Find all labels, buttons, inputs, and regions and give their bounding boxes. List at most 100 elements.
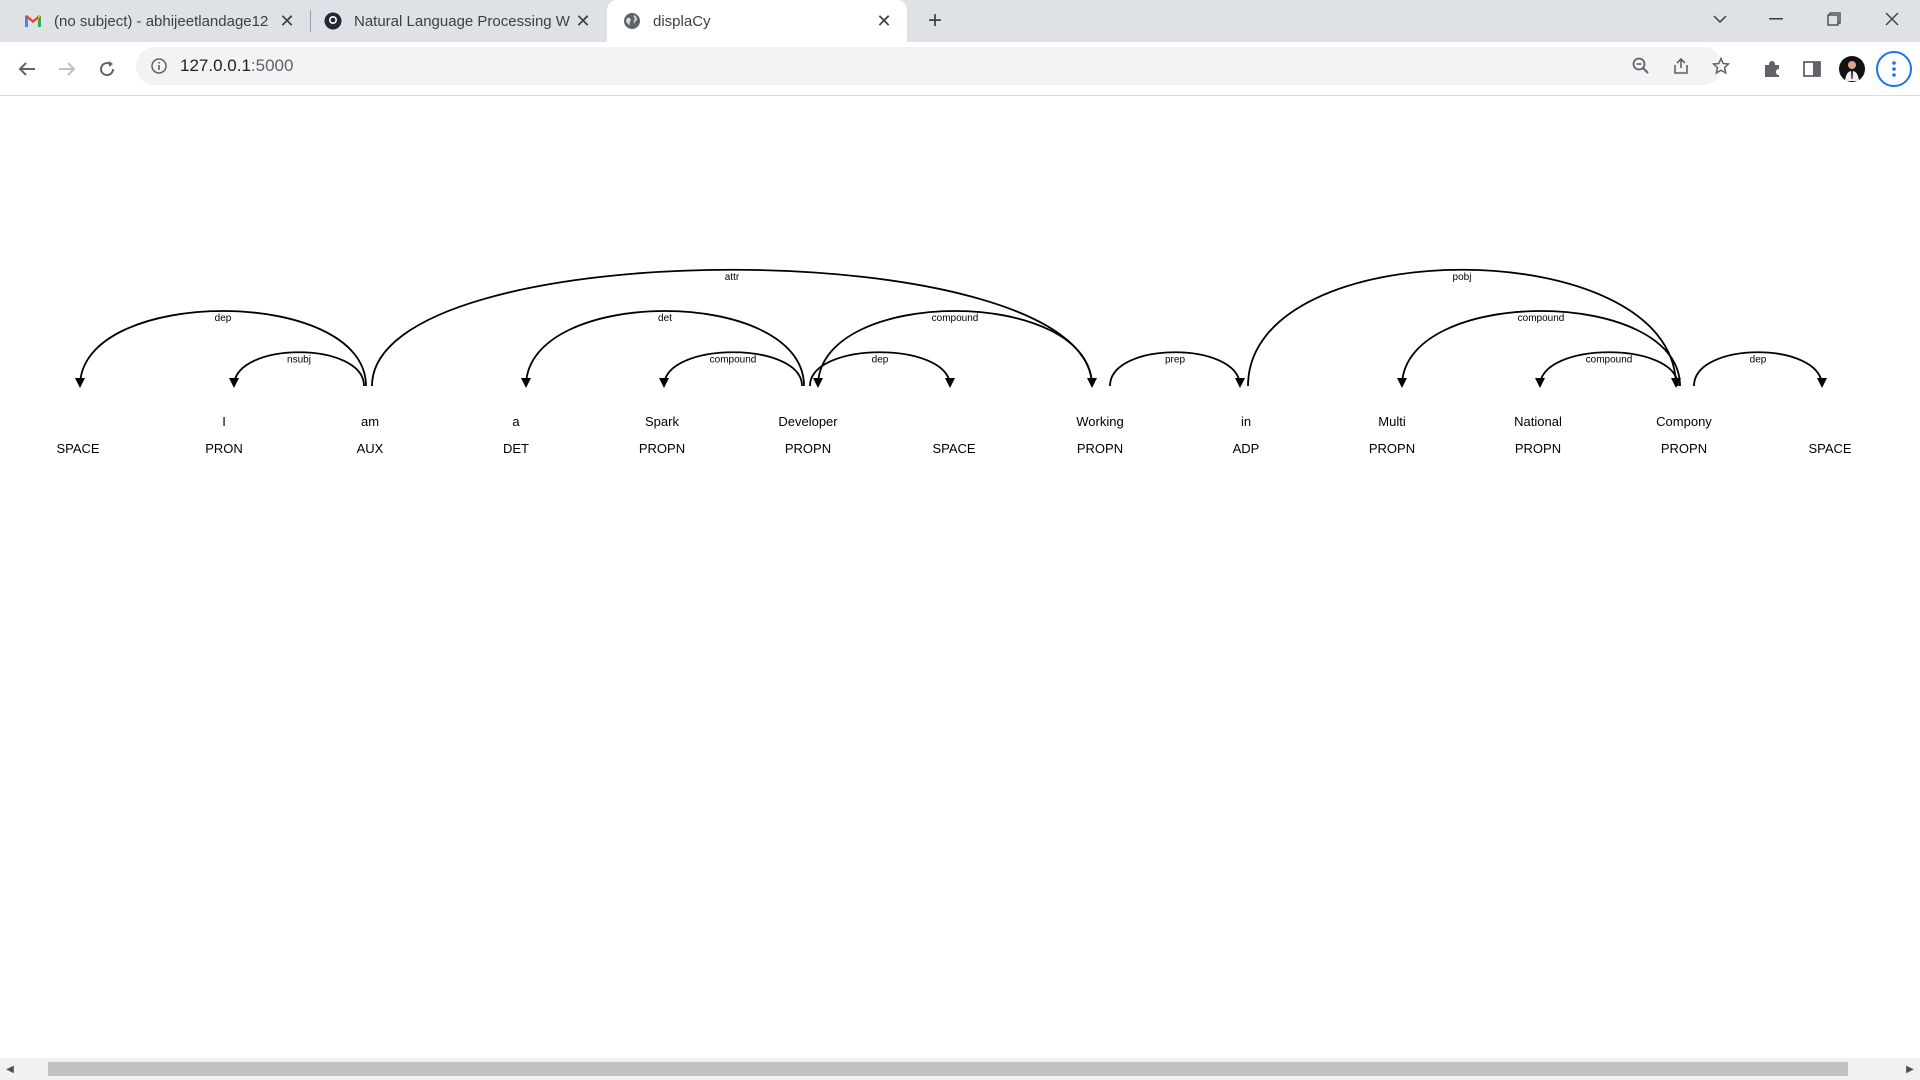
arc-arrowhead [659, 378, 669, 388]
close-window-button[interactable] [1864, 0, 1920, 38]
tab-github[interactable]: Natural Language Processing W ✕ [310, 0, 606, 42]
extensions-button[interactable] [1755, 52, 1789, 86]
minimize-button[interactable] [1748, 0, 1804, 38]
dependency-arc: pobj [1247, 268, 1681, 388]
dependency-arc: dep [75, 310, 367, 388]
token: SPACE [56, 441, 99, 456]
tab-displacy[interactable]: displaCy ✕ [607, 0, 907, 42]
reload-button[interactable] [90, 52, 124, 86]
globe-icon [623, 12, 641, 30]
restore-button[interactable] [1806, 0, 1862, 38]
close-icon [1885, 12, 1899, 26]
url-host: 127.0.0.1 [180, 56, 251, 75]
profile-button[interactable] [1835, 52, 1869, 86]
arc-path [371, 268, 1093, 387]
arc-arrowhead [1397, 378, 1407, 388]
kebab-menu-icon [1892, 61, 1896, 77]
arc-label: dep [1750, 354, 1767, 365]
token-pos-tag: PROPN [1369, 441, 1415, 456]
arc-label: compound [932, 313, 979, 324]
token-word: Working [1076, 414, 1123, 429]
close-tab-icon[interactable]: ✕ [572, 10, 594, 32]
token-pos-tag: PROPN [1077, 441, 1123, 456]
restore-icon [1827, 12, 1841, 26]
token-pos-tag: PROPN [1515, 441, 1561, 456]
arc-path [1247, 268, 1677, 387]
token-word: I [222, 414, 226, 429]
token-pos-tag: ADP [1233, 441, 1260, 456]
back-button[interactable] [10, 52, 44, 86]
arc-label: dep [215, 313, 232, 324]
token-pos-tag: PROPN [1661, 441, 1707, 456]
forward-arrow-icon [59, 62, 76, 76]
new-tab-button[interactable]: + [920, 6, 950, 36]
scroll-right-arrow-icon[interactable]: ▶ [1900, 1058, 1920, 1080]
bookmark-star-icon[interactable] [1711, 56, 1731, 76]
forward-button[interactable] [50, 52, 84, 86]
page-viewport: dep nsubj attr det compound compound dep prep po… [0, 96, 1920, 1058]
token-pos-tag: PROPN [785, 441, 831, 456]
gmail-icon [24, 12, 42, 30]
zoom-icon[interactable] [1631, 56, 1651, 76]
tab-search-button[interactable] [1692, 0, 1748, 38]
token: Compony PROPN [1656, 414, 1712, 456]
token-word: in [1241, 414, 1251, 429]
token-word: National [1514, 414, 1562, 429]
token-word: Compony [1656, 414, 1712, 429]
scrollbar-thumb[interactable] [48, 1062, 1848, 1076]
arc-label: nsubj [287, 354, 311, 365]
tab-gmail[interactable]: (no subject) - abhijeetlandage12 ✕ [0, 0, 310, 42]
token: a DET [503, 414, 529, 456]
side-panel-icon [1803, 61, 1821, 77]
arc-label: compound [1586, 354, 1633, 365]
back-arrow-icon [18, 62, 35, 76]
token-word: Developer [778, 414, 838, 429]
token-pos-tag: PRON [205, 441, 243, 456]
share-icon[interactable] [1671, 56, 1691, 76]
arc-arrowhead [945, 378, 955, 388]
dependency-arc: compound [813, 310, 1093, 388]
words-layer: SPACE I PRON am AUX a DET Spark PROPN Developer PR… [56, 414, 1851, 456]
tab-title: displaCy [653, 12, 711, 30]
token: SPACE [932, 441, 975, 456]
site-info-icon[interactable] [150, 57, 168, 75]
arc-arrowhead [229, 378, 239, 388]
token-pos-tag: AUX [357, 441, 384, 456]
token: Multi PROPN [1369, 414, 1415, 456]
dependency-arc: dep [1693, 351, 1827, 388]
scroll-left-arrow-icon[interactable]: ◀ [0, 1058, 20, 1080]
close-tab-icon[interactable]: ✕ [276, 10, 298, 32]
token-pos-tag: SPACE [56, 441, 99, 456]
dependency-arc: attr [371, 268, 1097, 388]
token-pos-tag: SPACE [1808, 441, 1851, 456]
dependency-arc: dep [809, 351, 955, 388]
arc-arrowhead [1235, 378, 1245, 388]
arc-label: compound [1518, 313, 1565, 324]
address-bar[interactable]: 127.0.0.1:5000 [136, 47, 1730, 85]
token: am AUX [357, 414, 384, 456]
arc-arrowhead [521, 378, 531, 388]
dependency-arc: prep [1109, 351, 1245, 388]
puzzle-icon [1765, 61, 1779, 77]
dependency-arc: compound [1397, 310, 1681, 388]
token-pos-tag: SPACE [932, 441, 975, 456]
dependency-arc: nsubj [229, 351, 365, 388]
url-port: :5000 [250, 56, 294, 75]
dependency-arc: compound [1535, 351, 1679, 388]
arc-label: det [658, 313, 672, 324]
close-tab-icon[interactable]: ✕ [873, 10, 895, 32]
token-word: Spark [645, 414, 679, 429]
url-text: 127.0.0.1:5000 [180, 56, 293, 76]
menu-button[interactable] [1876, 51, 1912, 87]
arc-label: dep [872, 354, 889, 365]
side-panel-button[interactable] [1795, 52, 1829, 86]
arc-label: attr [725, 272, 740, 283]
chevron-down-icon [1713, 15, 1727, 23]
token: Spark PROPN [639, 414, 685, 456]
token: Working PROPN [1076, 414, 1123, 456]
token-pos-tag: DET [503, 441, 529, 456]
arc-arrowhead [813, 378, 823, 388]
token: National PROPN [1514, 414, 1562, 456]
arc-label: prep [1165, 354, 1185, 365]
horizontal-scrollbar[interactable]: ◀ ▶ [0, 1058, 1920, 1080]
